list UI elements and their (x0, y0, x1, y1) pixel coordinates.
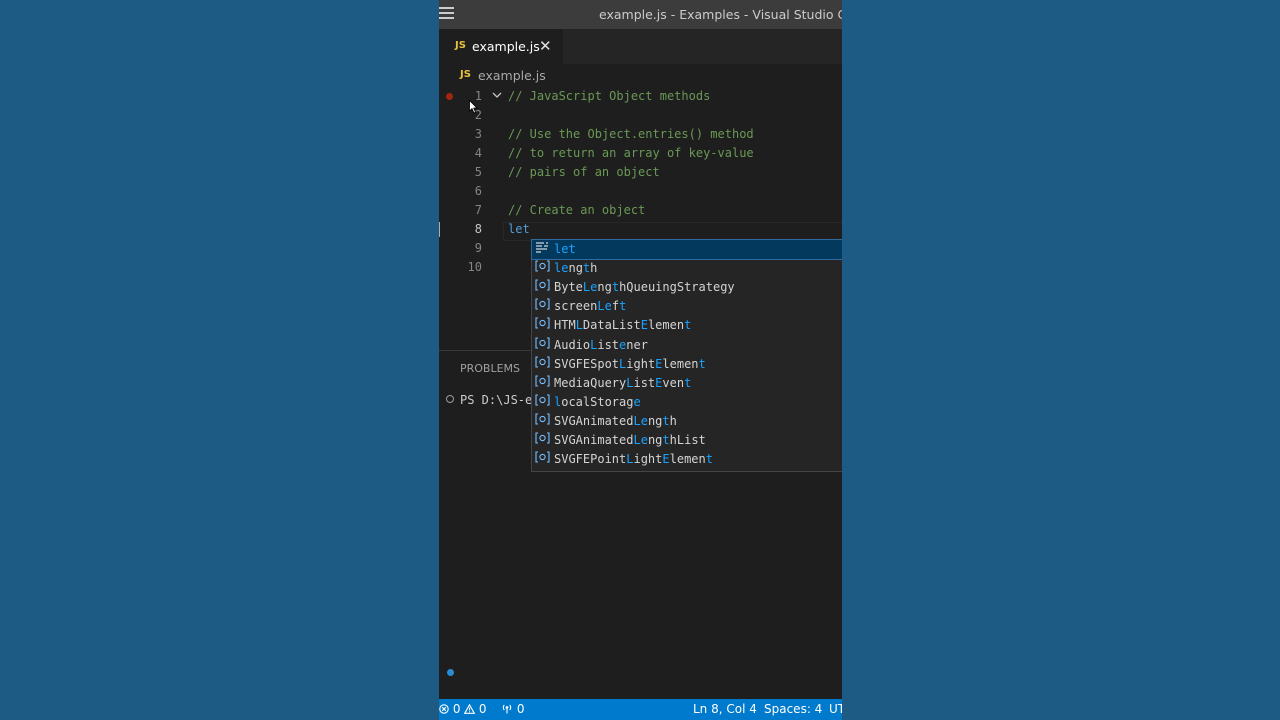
variable-icon (535, 336, 551, 355)
suggestion-item[interactable]: SVGFESpotLightElement (532, 355, 842, 374)
code-line[interactable]: 4 // to return an array of key-value (439, 144, 842, 163)
suggestion-item[interactable]: screenLeft (532, 297, 842, 316)
suggestion-label: SVGAnimatedLength (554, 413, 677, 428)
suggestion-label: let (554, 242, 576, 256)
code-text: // to return an array of key-value (508, 146, 754, 160)
status-bar: 0 0 0 Ln 8, Col 4 Spaces: 4 UT (439, 699, 842, 720)
suggestion-item[interactable]: localStorage (532, 393, 842, 412)
circle-icon (446, 395, 454, 403)
code-line[interactable]: 6 (439, 182, 842, 201)
text-cursor (439, 222, 440, 237)
ports-count: 0 (516, 702, 525, 716)
line-number: 2 (474, 108, 482, 122)
line-number: 5 (474, 165, 482, 179)
code-text: // JavaScript Object methods (508, 89, 711, 103)
suggestion-label: AudioListener (554, 337, 648, 352)
terminal-prompt: PS D:\JS-e (446, 393, 532, 407)
error-count-item[interactable]: 0 (439, 699, 460, 720)
warning-icon (463, 703, 476, 714)
ports-item[interactable]: 0 (501, 699, 524, 720)
line-number: 1 (474, 89, 482, 103)
suggestion-label: HTMLDataListElement (554, 318, 692, 333)
title-bar: example.js - Examples - Visual Studio Co… (439, 0, 842, 29)
line-number: 6 (474, 184, 482, 198)
variable-icon (535, 278, 551, 297)
suggestion-label: SVGFESpotLightElement (554, 356, 706, 371)
tab-example-js[interactable]: JS example.js ✕ (439, 29, 563, 64)
variable-icon (535, 431, 551, 450)
variable-icon (535, 297, 551, 316)
vscode-window: example.js - Examples - Visual Studio Co… (439, 0, 842, 720)
suggestion-item[interactable]: ByteLengthQueuingStrategy (532, 278, 842, 297)
breadcrumb: JS example.js (439, 64, 842, 86)
variable-icon (535, 374, 551, 393)
suggestion-label: length (554, 261, 598, 276)
variable-icon (535, 450, 551, 469)
cursor-position[interactable]: Ln 8, Col 4 (693, 699, 757, 720)
javascript-file-icon: JS (455, 40, 466, 51)
code-line[interactable]: 3 // Use the Object.entries() method (439, 125, 842, 144)
suggestion-item[interactable]: SVGAnimatedLengthList (532, 431, 842, 450)
code-line[interactable]: 2 (439, 106, 842, 125)
variable-icon (535, 355, 551, 374)
close-icon[interactable]: ✕ (539, 37, 552, 55)
broadcast-icon (502, 704, 512, 714)
tab-bar: JS example.js ✕ (439, 29, 842, 64)
tab-problems[interactable]: PROBLEMS (460, 362, 520, 375)
suggestion-item[interactable]: AudioListener (532, 336, 842, 355)
suggestion-label: MediaQueryListEvent (554, 375, 692, 390)
line-number: 3 (474, 127, 482, 141)
terminal-text: PS D:\JS-e (460, 393, 533, 407)
suggestion-label: localStorage (554, 394, 641, 409)
variable-icon (535, 393, 551, 412)
tab-label: example.js (472, 39, 540, 54)
suggestion-label: ByteLengthQueuingStrategy (554, 280, 735, 295)
breadcrumb-file[interactable]: example.js (478, 68, 546, 83)
suggestion-item[interactable]: SVGAnimatedLength (532, 412, 842, 431)
suggestion-item[interactable]: MediaQueryListEvent (532, 374, 842, 393)
suggestion-label: SVGAnimatedLengthList (554, 433, 706, 447)
error-count: 0 (452, 702, 461, 716)
indentation[interactable]: Spaces: 4 (764, 699, 822, 720)
hamburger-menu-icon[interactable] (439, 7, 454, 19)
javascript-file-icon: JS (460, 69, 471, 80)
dot-icon (447, 669, 454, 676)
variable-icon (535, 259, 551, 278)
suggestion-item[interactable]: let (531, 239, 842, 260)
code-text: // Use the Object.entries() method (508, 127, 754, 141)
warning-count: 0 (478, 702, 487, 716)
line-number: 9 (474, 241, 482, 255)
variable-icon (535, 316, 551, 335)
line-number: 7 (474, 203, 482, 217)
code-line[interactable]: 1 // JavaScript Object methods (439, 87, 842, 106)
suggestion-item[interactable]: SVGFEPointLightElement (532, 450, 842, 469)
line-number: 8 (474, 222, 482, 236)
window-title: example.js - Examples - Visual Studio Co… (599, 7, 842, 22)
error-icon (439, 704, 449, 714)
code-line[interactable]: 8 let (439, 220, 842, 239)
code-line[interactable]: 7 // Create an object (439, 201, 842, 220)
suggestion-label: screenLeft (554, 299, 627, 314)
encoding[interactable]: UT (829, 699, 842, 720)
keyword-icon (535, 240, 551, 259)
code-text: // pairs of an object (508, 165, 660, 179)
suggestion-item[interactable]: HTMLDataListElement (532, 316, 842, 335)
suggestion-label: SVGFEPointLightElement (554, 452, 713, 467)
line-number: 4 (474, 146, 482, 160)
code-line[interactable]: 5 // pairs of an object (439, 163, 842, 182)
code-text: let (508, 222, 530, 236)
suggestion-item[interactable]: length (532, 259, 842, 278)
code-text: // Create an object (508, 203, 646, 217)
variable-icon (535, 412, 551, 431)
line-number: 10 (467, 260, 482, 274)
warning-count-item[interactable]: 0 (463, 699, 487, 720)
suggest-widget: let length ByteLengthQueuingStrategy screen… (531, 239, 842, 472)
